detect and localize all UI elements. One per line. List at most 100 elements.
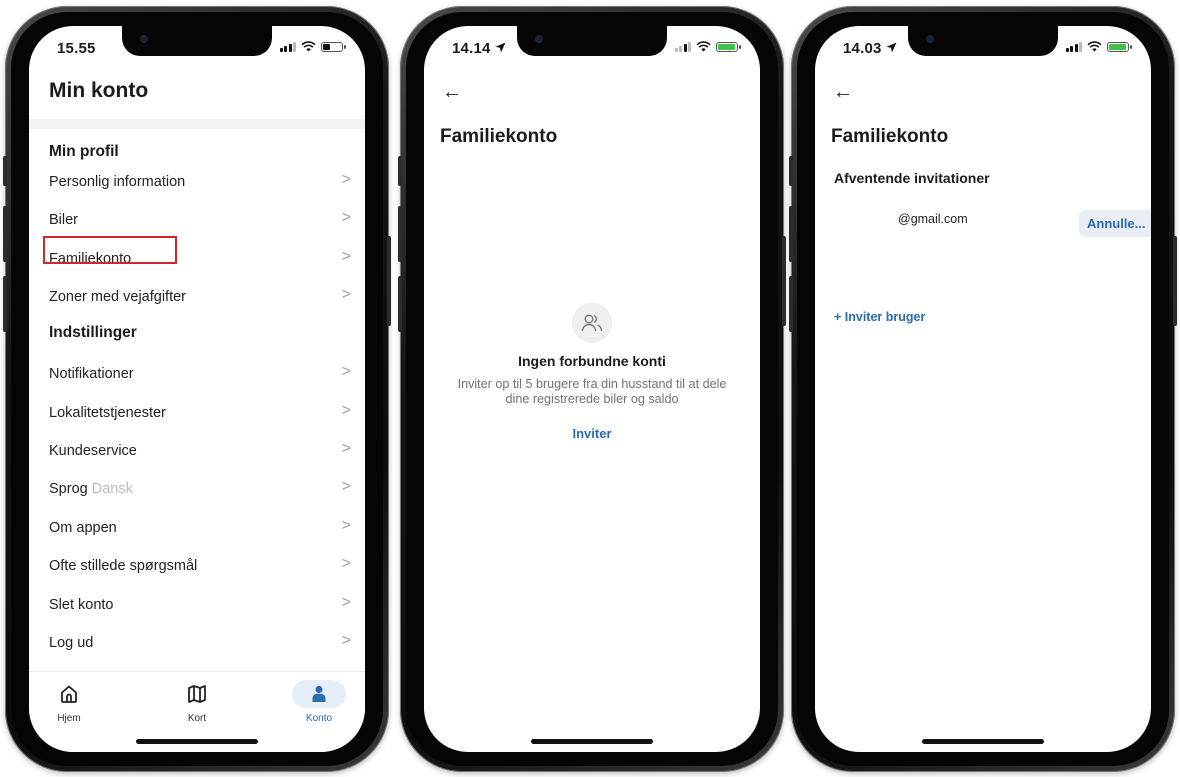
- status-time-text: 14.03: [843, 40, 882, 57]
- chevron-right-icon: >: [341, 478, 351, 495]
- screen-family-empty: 14.14 ← Familiekonto Ingen forbundne kon…: [424, 26, 760, 752]
- menu-item-log-out[interactable]: Log ud >: [29, 624, 365, 662]
- divider: [29, 119, 365, 129]
- menu-item-personal-info[interactable]: Personlig information >: [29, 163, 365, 201]
- menu-item-label: Sprog Dansk: [49, 481, 133, 497]
- chevron-right-icon: >: [341, 402, 351, 419]
- notch: [908, 26, 1058, 56]
- menu-item-language[interactable]: Sprog Dansk >: [29, 470, 365, 508]
- menu-item-label: Log ud: [49, 635, 94, 651]
- status-time-text: 14.14: [452, 40, 491, 57]
- person-icon: [312, 685, 326, 702]
- menu-item-label: Personlig information: [49, 174, 186, 190]
- menu-item-label: Zoner med vejafgifter: [49, 289, 187, 305]
- tab-map[interactable]: Kort: [157, 680, 237, 724]
- status-icons: [674, 41, 741, 52]
- tab-label: Konto: [305, 713, 333, 724]
- menu-item-label: Om appen: [49, 520, 117, 536]
- side-button: [398, 276, 402, 332]
- back-arrow-icon[interactable]: ←: [833, 81, 853, 104]
- home-indicator[interactable]: [136, 739, 258, 744]
- map-icon: [188, 685, 206, 703]
- tab-home[interactable]: Hjem: [29, 680, 109, 724]
- status-time: 15.55: [57, 40, 96, 57]
- menu-item-cars[interactable]: Biler >: [29, 201, 365, 239]
- invite-button[interactable]: Inviter: [424, 426, 760, 441]
- wifi-icon: [1087, 41, 1102, 52]
- tab-label: Hjem: [57, 713, 81, 724]
- chevron-right-icon: >: [341, 632, 351, 649]
- signal-icon: [279, 41, 296, 52]
- chevron-right-icon: >: [341, 286, 351, 303]
- cancel-invite-button[interactable]: Annulle...: [1079, 210, 1151, 237]
- tab-active-pill: [292, 680, 346, 708]
- camera: [926, 35, 934, 43]
- chevron-right-icon: >: [341, 440, 351, 457]
- menu-item-label: Biler: [49, 212, 79, 228]
- home-indicator[interactable]: [531, 739, 653, 744]
- wifi-icon: [696, 41, 711, 52]
- tab-label: Kort: [187, 713, 207, 724]
- empty-state-title: Ingen forbundne konti: [518, 353, 666, 369]
- menu-item-label: Lokalitetstjenester: [49, 405, 166, 421]
- invite-user-button[interactable]: + Inviter bruger: [834, 310, 925, 324]
- phone-frame-family-empty: 14.14 ← Familiekonto Ingen forbundne kon…: [398, 6, 786, 772]
- chevron-right-icon: >: [341, 248, 351, 265]
- chevron-right-icon: >: [341, 555, 351, 572]
- tab-bar: Hjem Kort Konto: [29, 671, 365, 752]
- side-button: [782, 236, 786, 326]
- menu-item-notifications[interactable]: Notifikationer >: [29, 355, 365, 393]
- menu-item-label: Kundeservice: [49, 443, 137, 459]
- people-icon: [572, 303, 612, 343]
- camera: [535, 35, 543, 43]
- menu-item-toll-zones[interactable]: Zoner med vejafgifter >: [29, 278, 365, 316]
- menu-item-label: Slet konto: [49, 597, 114, 613]
- menu-item-location-services[interactable]: Lokalitetstjenester >: [29, 394, 365, 432]
- page-title: Min konto: [49, 79, 149, 102]
- battery-charging-icon: [1107, 41, 1132, 52]
- signal-icon: [674, 41, 691, 52]
- menu-item-label: Ofte stillede spørgsmål: [49, 558, 198, 574]
- back-arrow-icon[interactable]: ←: [442, 81, 462, 104]
- tab-account[interactable]: Konto: [279, 680, 359, 724]
- menu-item-label: Notifikationer: [49, 366, 134, 382]
- side-button: [789, 156, 793, 186]
- battery-charging-icon: [716, 41, 741, 52]
- language-label: Sprog: [49, 481, 88, 497]
- side-button: [789, 206, 793, 262]
- notch: [517, 26, 667, 56]
- camera: [140, 35, 148, 43]
- screen-account: 15.55 Min konto Min profil Personlig inf…: [29, 26, 365, 752]
- phone-frame-family-pending: 14.03 ← Familiekonto Afventende invitati…: [789, 6, 1177, 772]
- language-value: Dansk: [91, 481, 133, 497]
- chevron-right-icon: >: [341, 517, 351, 534]
- location-arrow-icon: [495, 42, 506, 53]
- section-heading-settings: Indstillinger: [49, 324, 137, 341]
- menu-item-faq[interactable]: Ofte stillede spørgsmål >: [29, 547, 365, 585]
- menu-item-delete-account[interactable]: Slet konto >: [29, 586, 365, 624]
- empty-state-description: Inviter op til 5 brugere fra din husstan…: [457, 377, 727, 406]
- page-title: Familiekonto: [440, 126, 558, 147]
- status-icons: [1065, 41, 1132, 52]
- chevron-right-icon: >: [341, 594, 351, 611]
- menu-item-about-app[interactable]: Om appen >: [29, 509, 365, 547]
- phone-frame-account: 15.55 Min konto Min profil Personlig inf…: [3, 6, 391, 772]
- section-heading-profile: Min profil: [49, 143, 119, 160]
- menu-item-customer-service[interactable]: Kundeservice >: [29, 432, 365, 470]
- side-button: [1173, 236, 1177, 326]
- side-button: [3, 156, 7, 186]
- home-indicator[interactable]: [922, 739, 1044, 744]
- battery-icon: [321, 41, 346, 52]
- page-title: Familiekonto: [831, 126, 949, 147]
- side-button: [3, 206, 7, 262]
- chevron-right-icon: >: [341, 363, 351, 380]
- signal-icon: [1065, 41, 1082, 52]
- wifi-icon: [301, 41, 316, 52]
- side-button: [387, 236, 391, 326]
- side-button: [398, 206, 402, 262]
- pending-invitations-heading: Afventende invitationer: [834, 170, 990, 186]
- side-button: [789, 276, 793, 332]
- notch: [122, 26, 272, 56]
- home-icon: [61, 685, 77, 703]
- status-time: 14.03: [843, 40, 897, 57]
